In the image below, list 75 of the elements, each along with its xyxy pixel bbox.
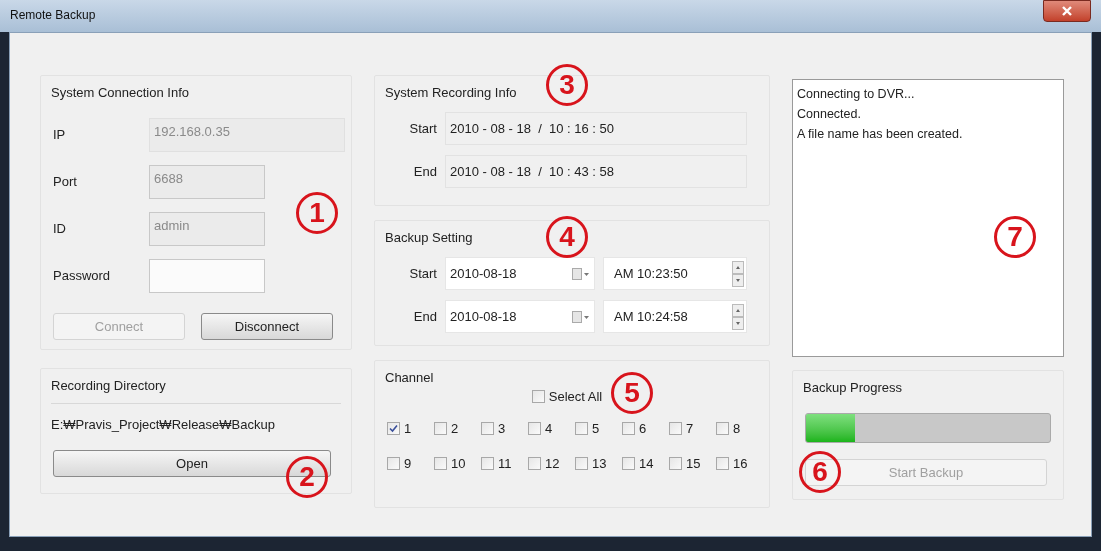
- directory-path: E:₩Pravis_Project₩Release₩Backup: [51, 417, 275, 432]
- close-icon: [1062, 6, 1072, 16]
- log-line: Connected.: [797, 106, 862, 123]
- checkbox[interactable]: [528, 421, 541, 435]
- field-label: Start: [408, 119, 438, 138]
- time-spinner[interactable]: AM 10:24:58: [603, 300, 747, 333]
- log-line: A file name has been created.: [797, 126, 964, 143]
- callout-number: 4: [546, 216, 588, 258]
- close-button[interactable]: [1043, 0, 1091, 22]
- spinner-arrows-icon: [732, 260, 744, 287]
- checkbox[interactable]: [434, 457, 447, 471]
- checkbox-label: 16: [733, 455, 748, 473]
- callout-number: 1: [296, 192, 338, 234]
- checkbox[interactable]: [622, 457, 635, 471]
- checkbox-label: 15: [686, 455, 701, 473]
- callout-number: 5: [611, 372, 653, 414]
- group-title: System Recording Info: [385, 85, 517, 100]
- checkbox[interactable]: [575, 457, 588, 471]
- checkbox-label: 2: [451, 419, 459, 438]
- field-label: Start: [408, 264, 438, 283]
- checkbox[interactable]: [622, 421, 635, 435]
- checkbox-label: 8: [733, 419, 741, 438]
- time-spinner[interactable]: AM 10:23:50: [603, 257, 747, 290]
- checkbox-label: 12: [545, 455, 560, 473]
- group-title: Backup Progress: [803, 380, 902, 395]
- checkbox[interactable]: [531, 390, 545, 404]
- checkbox[interactable]: [387, 421, 400, 435]
- field-label: IP: [53, 126, 67, 145]
- field-label: End: [412, 307, 438, 326]
- text-field[interactable]: [149, 259, 265, 293]
- group-title: Channel: [385, 370, 434, 385]
- log-line: Connecting to DVR...: [797, 86, 916, 103]
- group-title: Recording Directory: [51, 378, 166, 393]
- checkbox[interactable]: [716, 457, 729, 471]
- checkbox[interactable]: [575, 421, 588, 435]
- field-label: Port: [53, 173, 78, 192]
- checkbox-label: 7: [686, 419, 694, 438]
- group-title: Backup Setting: [385, 230, 473, 245]
- button[interactable]: Disconnect: [201, 313, 333, 340]
- checkbox[interactable]: [716, 421, 729, 435]
- checkbox-label: Select All: [548, 388, 603, 406]
- checkbox[interactable]: [669, 457, 682, 471]
- window-title: Remote Backup: [10, 7, 96, 24]
- checkbox-label: 9: [404, 455, 412, 473]
- checkbox-label: 13: [592, 455, 607, 473]
- callout-number: 7: [994, 216, 1036, 258]
- checkbox[interactable]: [528, 457, 541, 471]
- checkbox-label: 11: [498, 455, 512, 473]
- checkbox[interactable]: [669, 421, 682, 435]
- callout-number: 2: [286, 456, 328, 498]
- checkbox-label: 10: [451, 455, 466, 473]
- checkbox-label: 6: [639, 419, 647, 438]
- checkbox[interactable]: [481, 457, 494, 471]
- field-label: ID: [53, 220, 67, 239]
- checkbox[interactable]: [434, 421, 447, 435]
- checkbox[interactable]: [387, 457, 400, 471]
- checkbox-label: 4: [545, 419, 553, 438]
- checkbox-label: 14: [639, 455, 654, 473]
- spinner-arrows-icon: [732, 303, 744, 330]
- time-field: 2010 - 08 - 18 / 10 : 16 : 50: [445, 112, 747, 145]
- checkbox[interactable]: [481, 421, 494, 435]
- calendar-dropdown-icon: [572, 310, 590, 323]
- calendar-dropdown-icon: [572, 267, 590, 280]
- date-picker[interactable]: 2010-08-18: [445, 300, 595, 333]
- field-label: Password: [53, 267, 112, 286]
- group-title: System Connection Info: [51, 85, 190, 100]
- checkbox-label: 5: [592, 419, 600, 438]
- checkbox-label: 1: [404, 419, 412, 438]
- field-label: End: [412, 162, 438, 181]
- callout-number: 3: [546, 64, 588, 106]
- checkmark-icon: [389, 423, 398, 433]
- date-picker[interactable]: 2010-08-18: [445, 257, 595, 290]
- callout-number: 6: [799, 451, 841, 493]
- time-field: 2010 - 08 - 18 / 10 : 43 : 58: [445, 155, 747, 188]
- checkbox-label: 3: [498, 419, 506, 438]
